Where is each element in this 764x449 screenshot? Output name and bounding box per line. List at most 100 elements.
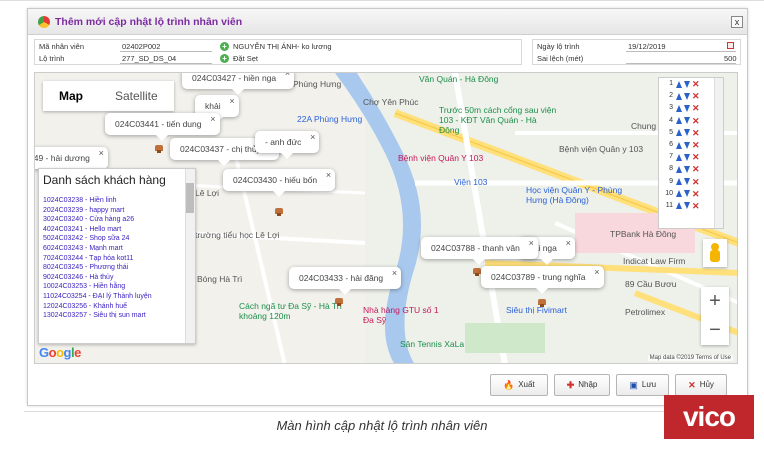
add-employee-icon[interactable]: + bbox=[220, 42, 229, 51]
route-map[interactable]: Map Satellite Phùng Hưng Văn Quán - Hà Đ… bbox=[34, 72, 738, 364]
customer-callout[interactable]: - anh đức × bbox=[255, 131, 320, 159]
callout-close-icon[interactable]: × bbox=[594, 261, 599, 283]
route-order-scrollbar[interactable] bbox=[714, 78, 723, 228]
route-field[interactable]: 277_SD_DS_04 bbox=[122, 54, 176, 63]
move-up-icon[interactable] bbox=[676, 117, 682, 125]
date-field[interactable]: 19/12/2019 bbox=[628, 42, 666, 51]
move-down-icon[interactable] bbox=[684, 165, 690, 173]
import-button[interactable]: ✚ Nhập bbox=[553, 374, 611, 396]
remove-icon[interactable]: ✕ bbox=[692, 200, 700, 212]
callout-close-icon[interactable]: × bbox=[99, 142, 104, 164]
map-type-control: Map Satellite bbox=[43, 81, 174, 111]
move-up-icon[interactable] bbox=[676, 190, 682, 198]
list-item[interactable]: 7024C03244 - Tạp hóa kot11 bbox=[43, 254, 183, 264]
customer-callout[interactable]: 024C03441 - tiến dung × bbox=[105, 113, 220, 141]
move-up-icon[interactable] bbox=[676, 104, 682, 112]
map-attribution[interactable]: Map data ©2019 Terms of Use bbox=[647, 355, 733, 361]
move-down-icon[interactable] bbox=[684, 129, 690, 137]
move-down-icon[interactable] bbox=[684, 104, 690, 112]
move-up-icon[interactable] bbox=[676, 92, 682, 100]
callout-close-icon[interactable]: × bbox=[566, 232, 571, 254]
calendar-icon[interactable] bbox=[727, 42, 734, 49]
move-up-icon[interactable] bbox=[676, 80, 682, 88]
remove-icon[interactable]: ✕ bbox=[692, 78, 700, 90]
move-down-icon[interactable] bbox=[684, 178, 690, 186]
remove-icon[interactable]: ✕ bbox=[692, 176, 700, 188]
callout-close-icon[interactable]: × bbox=[229, 90, 234, 112]
move-down-icon[interactable] bbox=[684, 141, 690, 149]
list-item[interactable]: 5024C03242 - Shop sữa 24 bbox=[43, 234, 183, 244]
customer-callout[interactable]: 024C03789 - trung nghĩa × bbox=[481, 266, 604, 294]
callout-label: - anh đức bbox=[265, 137, 302, 147]
remove-icon[interactable]: ✕ bbox=[692, 115, 700, 127]
move-down-icon[interactable] bbox=[684, 190, 690, 198]
list-item[interactable]: 12024C03256 - Khánh huế bbox=[43, 302, 183, 312]
customer-marker-icon[interactable] bbox=[275, 208, 283, 216]
remove-icon[interactable]: ✕ bbox=[692, 127, 700, 139]
customer-callout[interactable]: 449 - hải dương × bbox=[35, 147, 108, 175]
list-item[interactable]: 9024C03246 - Hà thủy bbox=[43, 273, 183, 283]
route-status: Đặt Sẹt bbox=[233, 54, 259, 63]
cancel-button[interactable]: ✕ Hủy bbox=[675, 374, 727, 396]
move-down-icon[interactable] bbox=[684, 80, 690, 88]
save-button[interactable]: ▣ Lưu bbox=[616, 374, 670, 396]
remove-icon[interactable]: ✕ bbox=[692, 90, 700, 102]
remove-icon[interactable]: ✕ bbox=[692, 151, 700, 163]
list-item[interactable]: 11024C03254 - ĐẠI lý Thành luyện bbox=[43, 292, 183, 302]
customer-callout[interactable]: 024C03427 - hiền nga × bbox=[182, 73, 295, 95]
employee-code-field[interactable]: 02402P002 bbox=[122, 42, 160, 51]
callout-close-icon[interactable]: × bbox=[310, 126, 315, 148]
close-button[interactable]: x bbox=[731, 16, 743, 28]
list-item[interactable]: 10024C03253 - Hiền hằng bbox=[43, 282, 183, 292]
move-down-icon[interactable] bbox=[684, 92, 690, 100]
remove-icon[interactable]: ✕ bbox=[692, 163, 700, 175]
move-up-icon[interactable] bbox=[676, 129, 682, 137]
zoom-in-button[interactable]: + bbox=[701, 287, 729, 316]
customer-list-scrollbar[interactable] bbox=[185, 169, 195, 343]
callout-close-icon[interactable]: × bbox=[326, 164, 331, 186]
move-up-icon[interactable] bbox=[676, 165, 682, 173]
place-label: Học viện Quân Y - Phùng Hưng (Hà Đông) bbox=[526, 185, 623, 205]
callout-close-icon[interactable]: × bbox=[392, 262, 397, 284]
employee-code-label: Mã nhân viên bbox=[39, 42, 85, 51]
move-up-icon[interactable] bbox=[676, 141, 682, 149]
map-type-satellite-button[interactable]: Satellite bbox=[99, 81, 174, 111]
move-down-icon[interactable] bbox=[684, 153, 690, 161]
callout-close-icon[interactable]: × bbox=[529, 232, 534, 254]
add-route-icon[interactable]: + bbox=[220, 54, 229, 63]
street-view-pegman-icon[interactable] bbox=[703, 239, 727, 267]
list-item[interactable]: 13024C03257 - Siêu thị sun mart bbox=[43, 311, 183, 321]
move-up-icon[interactable] bbox=[676, 202, 682, 210]
move-down-icon[interactable] bbox=[684, 117, 690, 125]
zoom-out-button[interactable]: − bbox=[701, 316, 729, 345]
move-down-icon[interactable] bbox=[684, 202, 690, 210]
move-up-icon[interactable] bbox=[676, 178, 682, 186]
customer-callout[interactable]: 024C03430 - hiếu bốn × bbox=[223, 169, 336, 197]
place-label: trường tiểu học Lê Lợi bbox=[195, 230, 280, 240]
callout-close-icon[interactable]: × bbox=[285, 73, 290, 84]
customer-callout[interactable]: 024C03433 - hải đăng × bbox=[289, 267, 402, 295]
customer-marker-icon[interactable] bbox=[473, 268, 481, 276]
list-item[interactable]: 2024C03239 - happy mart bbox=[43, 206, 183, 216]
place-label: Bóng Hà Trì bbox=[197, 274, 243, 284]
callout-label: 024C03441 - tiến dung bbox=[115, 119, 202, 129]
place-label: Chung bbox=[631, 121, 657, 131]
map-type-map-button[interactable]: Map bbox=[43, 81, 99, 111]
remove-icon[interactable]: ✕ bbox=[692, 139, 700, 151]
distance-field[interactable]: 500 bbox=[724, 54, 737, 63]
list-item[interactable]: 6024C03243 - Mạnh mart bbox=[43, 244, 183, 254]
move-up-icon[interactable] bbox=[676, 153, 682, 161]
customer-marker-icon[interactable] bbox=[538, 299, 546, 307]
customer-marker-icon[interactable] bbox=[335, 298, 343, 306]
customer-callout[interactable]: 024C03788 - thanh vân × bbox=[421, 237, 538, 265]
callout-close-icon[interactable]: × bbox=[210, 108, 215, 130]
remove-icon[interactable]: ✕ bbox=[692, 188, 700, 200]
list-item[interactable]: 8024C03245 - Phương thái bbox=[43, 263, 183, 273]
remove-icon[interactable]: ✕ bbox=[692, 102, 700, 114]
list-item[interactable]: 4024C03241 - Hello mart bbox=[43, 225, 183, 235]
list-item[interactable]: 1024C03238 - Hiền linh bbox=[43, 196, 183, 206]
customer-marker-icon[interactable] bbox=[155, 145, 163, 153]
export-button[interactable]: 🔥 Xuất bbox=[490, 374, 548, 396]
list-item[interactable]: 3024C03240 - Cửa hàng a26 bbox=[43, 215, 183, 225]
employee-name: NGUYỄN THỊ ÁNH- ko lương bbox=[233, 42, 332, 51]
